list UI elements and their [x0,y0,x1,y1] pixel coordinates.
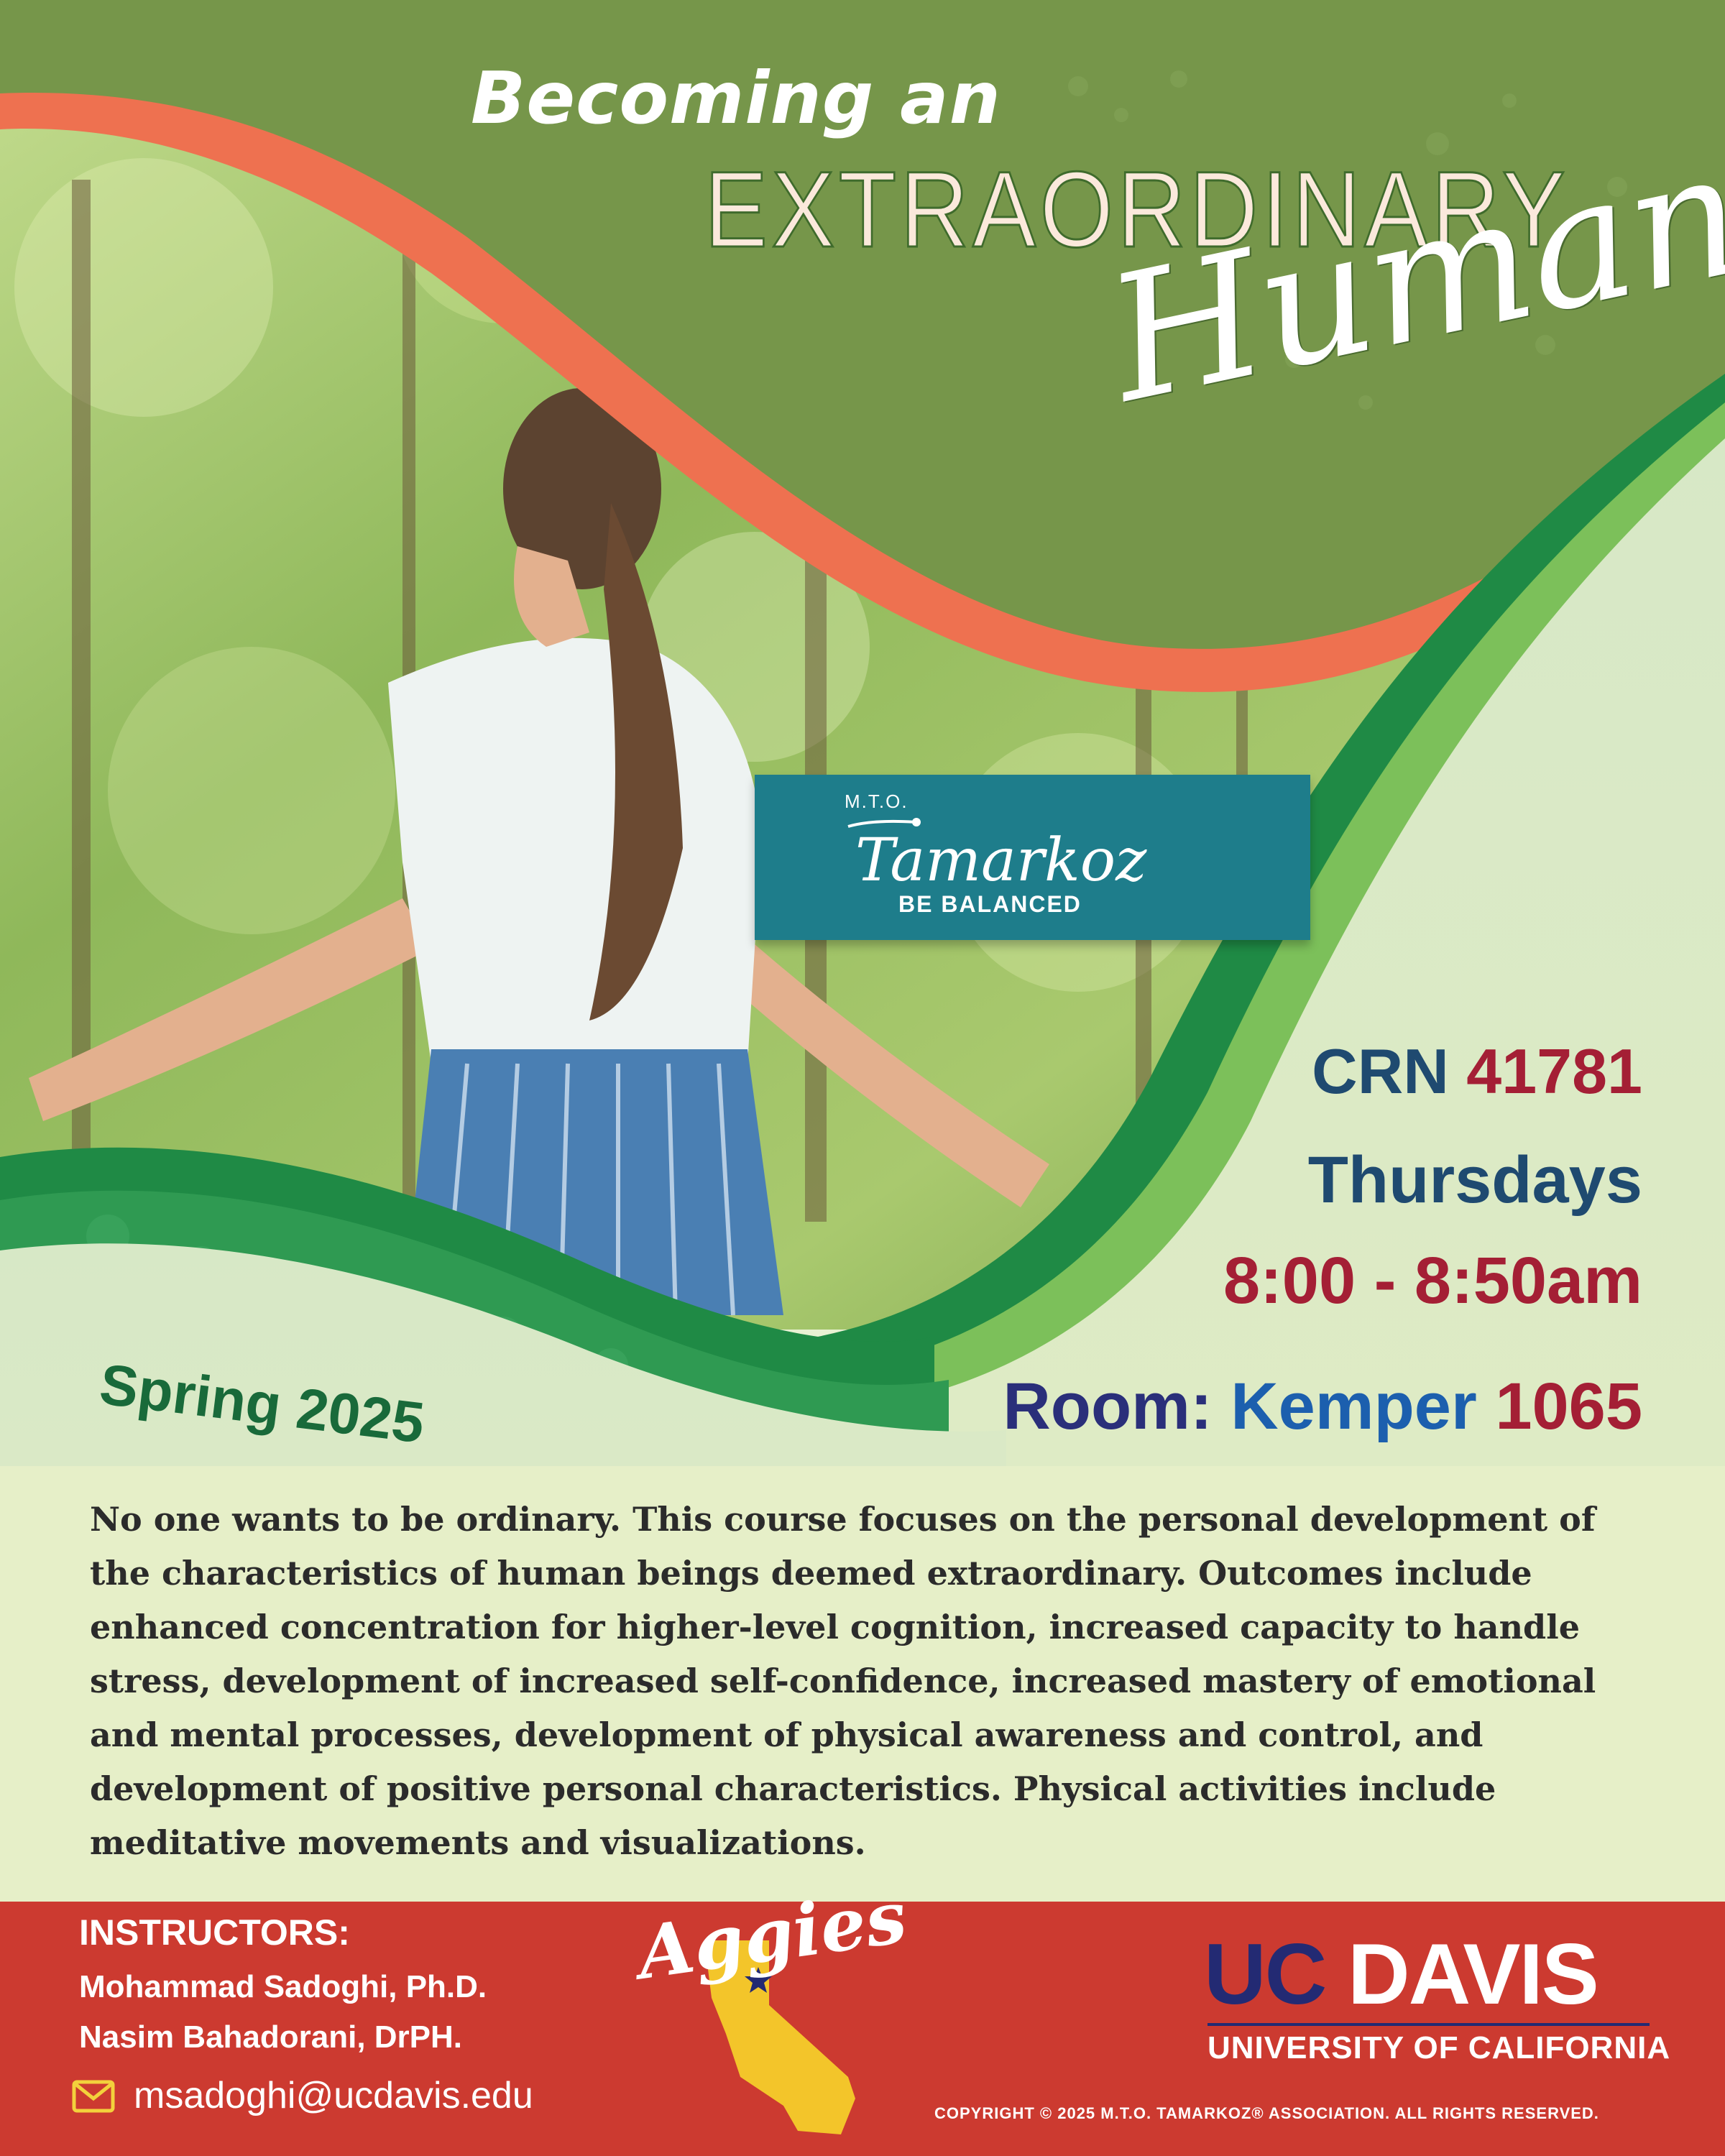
logo-brand-name: Tamarkoz [855,826,1147,895]
course-room: Room: Kemper 1065 [1003,1369,1642,1445]
instructors-title: INSTRUCTORS: [79,1912,350,1953]
ucdavis-logo-uc: UC [1204,1926,1327,2022]
ucdavis-logo-davis: DAVIS [1348,1926,1599,2022]
course-day: Thursdays [1307,1143,1642,1217]
room-building: Kemper [1230,1370,1477,1443]
crn-label: CRN [1312,1036,1449,1107]
email-link[interactable]: msadoghi@ucdavis.edu [134,2074,533,2117]
logo-tagline: BE BALANCED [898,891,1082,917]
title-line-1: Becoming an [471,56,1001,140]
envelope-icon [72,2080,115,2113]
instructor-name: Mohammad Sadoghi, Ph.D. [79,1969,487,2004]
crn-number: 41781 [1466,1036,1642,1107]
room-label: Room: [1003,1370,1213,1443]
course-description: No one wants to be ordinary. This course… [90,1500,1596,1862]
room-number: 1065 [1495,1370,1642,1443]
logo-mto-text: M.T.O. [845,791,908,812]
instructor-name: Nasim Bahadorani, DrPH. [79,2019,463,2055]
ucdavis-subtitle: UNIVERSITY OF CALIFORNIA [1208,2030,1671,2065]
copyright-notice: COPYRIGHT © 2025 M.T.O. TAMARKOZ® ASSOCI… [934,2104,1599,2122]
ucdavis-divider [1208,2023,1650,2026]
course-time: 8:00 - 8:50am [1223,1244,1642,1317]
course-crn: CRN 41781 [1312,1035,1642,1108]
